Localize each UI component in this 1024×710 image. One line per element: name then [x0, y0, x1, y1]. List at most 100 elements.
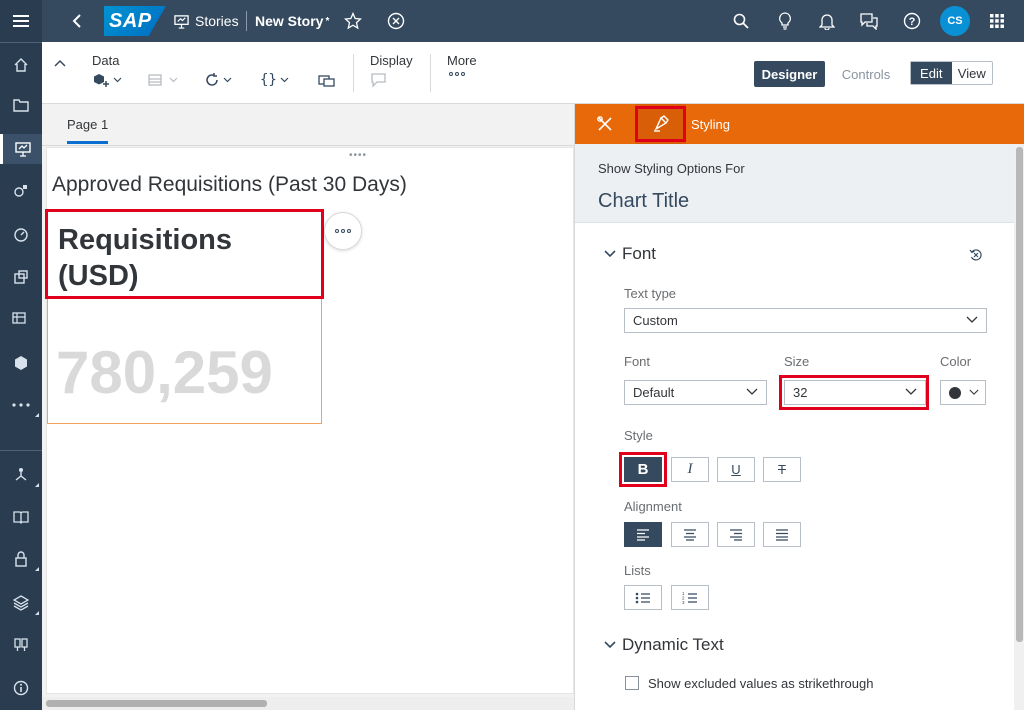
book-icon[interactable] — [0, 502, 42, 532]
modeler-icon[interactable] — [0, 304, 42, 334]
lock-icon[interactable] — [0, 544, 42, 574]
connections-icon[interactable] — [0, 460, 42, 490]
align-center-button[interactable] — [671, 522, 709, 547]
align-center-icon — [684, 528, 696, 541]
strikethrough-checkbox-label: Show excluded values as strikethrough — [648, 676, 874, 691]
numbered-list-button[interactable]: 123 — [671, 585, 709, 610]
size-label: Size — [784, 354, 810, 369]
close-circle-icon[interactable] — [387, 0, 405, 42]
story-title: New Story * — [255, 13, 330, 29]
search-icon[interactable] — [733, 0, 749, 42]
strikethrough-button[interactable]: T — [763, 457, 801, 482]
builder-icon[interactable] — [585, 104, 625, 144]
highlight-styling-tab — [635, 106, 686, 142]
analytic-app-icon[interactable] — [0, 262, 42, 292]
svg-text:?: ? — [909, 16, 916, 28]
svg-text:3: 3 — [682, 600, 685, 605]
display-group-label: Display — [370, 53, 413, 68]
discussion-icon[interactable] — [860, 0, 878, 42]
add-data-icon[interactable] — [92, 72, 122, 88]
user-avatar[interactable]: CS — [940, 6, 970, 36]
text-type-select[interactable]: Custom — [624, 308, 987, 333]
star-icon[interactable] — [344, 0, 362, 42]
stories-icon — [174, 14, 189, 29]
formula-icon[interactable]: {} — [260, 72, 289, 88]
edit-view-toggle: Edit View — [910, 61, 993, 85]
collapse-toolbar-icon[interactable] — [54, 54, 66, 72]
styling-panel: Styling Show Styling Options For Chart T… — [574, 104, 1024, 710]
view-mode-button[interactable]: View — [952, 62, 993, 84]
comment-icon[interactable] — [370, 72, 388, 88]
product-switch-icon[interactable] — [989, 0, 1005, 42]
chevron-down-icon — [746, 388, 758, 395]
tile-more-actions-button[interactable] — [324, 212, 362, 250]
align-left-button[interactable] — [624, 522, 662, 547]
page-tab-bar: Page 1 — [42, 104, 574, 146]
color-label: Color — [940, 354, 972, 369]
back-icon[interactable] — [72, 0, 82, 42]
align-right-button[interactable] — [717, 522, 755, 547]
duplicate-icon[interactable] — [318, 72, 336, 88]
data-analyzer-icon[interactable] — [0, 176, 42, 206]
panel-header: Styling — [575, 104, 1024, 144]
edit-mode-button[interactable]: Edit — [911, 62, 952, 84]
bullet-list-button[interactable] — [624, 585, 662, 610]
italic-button[interactable]: I — [671, 457, 709, 482]
shell-bar: SAP Stories New Story * ? CS — [42, 0, 1024, 42]
alignment-label: Alignment — [624, 499, 682, 514]
chevron-down-icon — [969, 389, 979, 395]
stories-icon[interactable] — [0, 134, 42, 164]
stories-label: Stories — [195, 13, 239, 29]
horizontal-scrollbar[interactable] — [42, 697, 574, 710]
left-navigation — [0, 0, 42, 710]
system-icon[interactable] — [0, 630, 42, 660]
more-group-label: More — [447, 53, 477, 68]
cube-icon[interactable] — [0, 348, 42, 378]
sap-logo: SAP — [104, 6, 166, 36]
styling-target-value: Chart Title — [598, 190, 690, 212]
canvas-title[interactable]: Approved Requisitions (Past 30 Days) — [52, 173, 407, 197]
font-label: Font — [624, 354, 651, 369]
underline-button[interactable]: U — [717, 457, 755, 482]
home-icon[interactable] — [0, 50, 42, 80]
align-justify-button[interactable] — [763, 522, 801, 547]
data-source-icon[interactable] — [148, 72, 178, 88]
panel-scrollbar[interactable] — [1014, 144, 1024, 710]
highlight-chart-title — [45, 209, 324, 299]
lightbulb-icon[interactable] — [778, 0, 792, 42]
designer-button[interactable]: Designer — [754, 61, 825, 87]
strikethrough-checkbox[interactable] — [625, 676, 639, 690]
lists-label: Lists — [624, 563, 651, 578]
style-label: Style — [624, 428, 653, 443]
text-type-label: Text type — [624, 286, 677, 301]
bullet-list-icon — [635, 592, 650, 603]
refresh-icon[interactable] — [204, 72, 232, 88]
font-select[interactable]: Default — [624, 380, 767, 405]
align-justify-icon — [776, 528, 788, 541]
folder-icon[interactable] — [0, 90, 42, 120]
more-apps-icon[interactable] — [0, 390, 42, 420]
reset-icon[interactable] — [969, 248, 983, 267]
help-icon[interactable]: ? — [903, 0, 921, 42]
info-icon[interactable] — [0, 673, 42, 703]
more-toolbar-icon[interactable] — [449, 72, 465, 76]
bell-icon[interactable] — [819, 0, 835, 42]
color-swatch — [949, 386, 961, 399]
font-section-header[interactable]: Font — [604, 244, 656, 264]
menu-icon[interactable] — [0, 6, 42, 36]
deployment-icon[interactable] — [0, 588, 42, 618]
stories-link[interactable]: Stories — [174, 0, 239, 42]
styling-target: Show Styling Options For Chart Title — [575, 144, 1015, 223]
data-group-label: Data — [92, 53, 120, 68]
highlight-bold-button — [619, 452, 667, 487]
panel-title: Styling — [691, 117, 731, 132]
color-picker[interactable] — [940, 380, 986, 405]
controls-button[interactable]: Controls — [832, 61, 900, 87]
chevron-down-icon — [604, 250, 616, 258]
align-right-icon — [730, 528, 742, 541]
digital-boardroom-icon[interactable] — [0, 220, 42, 250]
numbered-list-icon: 123 — [682, 591, 697, 605]
dynamic-text-section-header[interactable]: Dynamic Text — [604, 635, 724, 655]
drag-handle-icon[interactable]: •••• — [349, 150, 367, 161]
tab-page-1[interactable]: Page 1 — [67, 117, 109, 144]
